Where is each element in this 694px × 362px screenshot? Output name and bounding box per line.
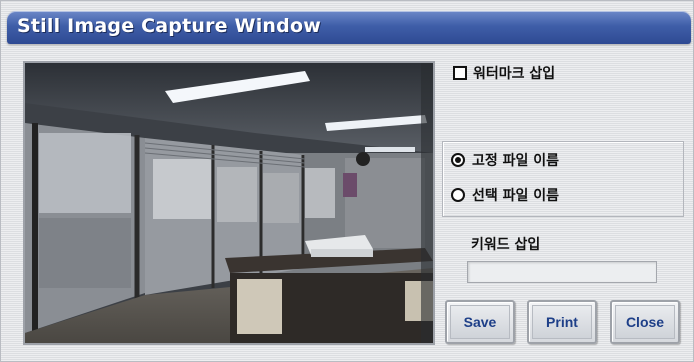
watermark-label: 워터마크 삽입 [473, 66, 556, 82]
watermark-checkbox[interactable] [453, 66, 467, 80]
radio-select-button[interactable] [451, 188, 465, 202]
window-title: Still Image Capture Window [17, 15, 321, 37]
radio-select-filename[interactable]: 선택 파일 이름 [451, 184, 559, 206]
close-button-label: Close [615, 305, 675, 339]
keyword-input[interactable] [467, 261, 657, 283]
capture-window: Still Image Capture Window 워터마크 삽입 고정 파일… [0, 0, 694, 362]
save-button-label: Save [450, 305, 510, 339]
print-button[interactable]: Print [527, 300, 597, 344]
print-button-label: Print [532, 305, 592, 339]
radio-fixed-filename[interactable]: 고정 파일 이름 [451, 149, 559, 171]
radio-fixed-button[interactable] [451, 153, 465, 167]
filename-radio-group: 고정 파일 이름 선택 파일 이름 [442, 141, 684, 217]
office-photo [25, 63, 433, 343]
close-button[interactable]: Close [610, 300, 680, 344]
captured-image-preview [23, 61, 435, 345]
radio-select-label: 선택 파일 이름 [472, 188, 560, 204]
title-bar[interactable]: Still Image Capture Window [7, 11, 691, 44]
watermark-checkbox-row[interactable]: 워터마크 삽입 [453, 62, 555, 84]
keyword-label: 키워드 삽입 [471, 237, 541, 253]
save-button[interactable]: Save [445, 300, 515, 344]
radio-fixed-label: 고정 파일 이름 [472, 153, 560, 169]
